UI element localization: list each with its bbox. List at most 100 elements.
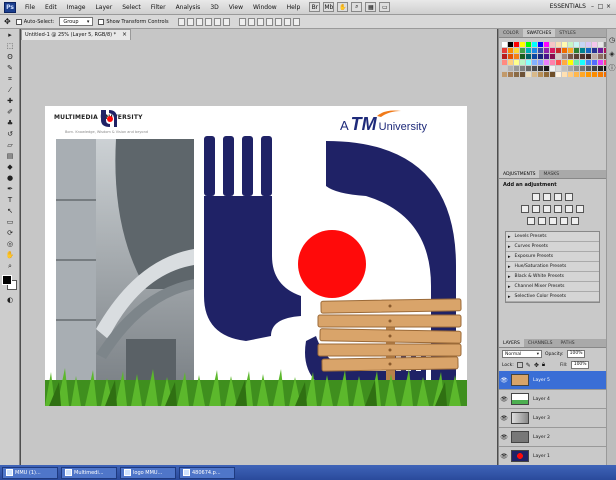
info-panel-icon[interactable]: ⓘ <box>605 63 616 73</box>
color-swatch[interactable] <box>568 72 573 77</box>
color-swatch[interactable] <box>586 60 591 65</box>
taskbar-item[interactable]: logo MMU... <box>120 466 176 479</box>
3d-orbit-tool-icon[interactable]: ◎ <box>3 239 17 249</box>
tab-channels[interactable]: CHANNELS <box>524 339 557 347</box>
menu-layer[interactable]: Layer <box>90 4 117 11</box>
color-swatch[interactable] <box>526 66 531 71</box>
brightness-contrast-icon[interactable] <box>532 193 540 201</box>
color-swatch[interactable] <box>556 72 561 77</box>
menu-select[interactable]: Select <box>117 4 146 11</box>
color-swatch[interactable] <box>550 60 555 65</box>
color-swatch[interactable] <box>514 54 519 59</box>
document-tab-close-icon[interactable]: × <box>122 31 127 38</box>
color-swatch[interactable] <box>526 54 531 59</box>
curves-icon[interactable] <box>554 193 562 201</box>
preset-item[interactable]: ▸ Curves Presets <box>506 242 599 252</box>
align-center-icon[interactable] <box>213 17 221 26</box>
history-brush-tool-icon[interactable]: ↺ <box>3 129 17 139</box>
color-swatch[interactable] <box>574 54 579 59</box>
layer-row-layer-5[interactable]: 👁︎ Layer 5 <box>499 371 606 390</box>
eye-icon[interactable]: 👁︎ <box>499 453 509 460</box>
preset-item[interactable]: ▸ Exposure Presets <box>506 252 599 262</box>
color-swatch[interactable] <box>598 48 603 53</box>
color-swatch[interactable] <box>502 42 507 47</box>
color-swatch[interactable] <box>532 66 537 71</box>
3d-rotate-tool-icon[interactable]: ⟳ <box>3 228 17 238</box>
selective-color-icon[interactable] <box>570 217 579 225</box>
healing-brush-tool-icon[interactable]: ✚ <box>3 96 17 106</box>
path-selection-tool-icon[interactable]: ↖ <box>3 206 17 216</box>
color-swatch[interactable] <box>514 60 519 65</box>
color-swatch[interactable] <box>598 60 603 65</box>
color-swatch[interactable] <box>580 42 585 47</box>
color-swatch[interactable] <box>568 66 573 71</box>
color-swatch[interactable] <box>532 60 537 65</box>
preset-item[interactable]: ▸ Levels Presets <box>506 232 599 242</box>
tab-layers[interactable]: LAYERS <box>499 339 524 347</box>
color-swatch[interactable] <box>586 54 591 59</box>
hand-icon[interactable]: ✋ <box>337 2 349 12</box>
auto-select-dropdown[interactable]: Group ▾ <box>59 17 94 26</box>
close-button[interactable]: × <box>605 2 612 11</box>
color-swatch[interactable] <box>580 72 585 77</box>
color-swatch[interactable] <box>586 48 591 53</box>
color-swatch[interactable] <box>562 48 567 53</box>
color-swatch[interactable] <box>502 48 507 53</box>
levels-icon[interactable] <box>543 193 551 201</box>
lasso-tool-icon[interactable]: ʘ <box>3 52 17 62</box>
distribute-top-icon[interactable] <box>238 17 246 26</box>
navigator-panel-icon[interactable]: ◈ <box>605 49 616 59</box>
lock-position-icon[interactable]: ✥ <box>534 362 539 369</box>
distribute-right-icon[interactable] <box>283 17 291 26</box>
color-swatch[interactable] <box>556 54 561 59</box>
color-swatch[interactable] <box>562 60 567 65</box>
color-swatch[interactable] <box>508 60 513 65</box>
color-swatch[interactable] <box>574 66 579 71</box>
color-swatch[interactable] <box>502 66 507 71</box>
maximize-button[interactable]: □ <box>597 2 604 11</box>
tab-styles[interactable]: STYLES <box>555 29 580 37</box>
eye-icon[interactable]: 👁︎ <box>499 434 509 441</box>
color-swatch[interactable] <box>544 60 549 65</box>
color-swatch[interactable] <box>580 48 585 53</box>
photo-filter-icon[interactable] <box>565 205 573 213</box>
brush-tool-icon[interactable]: ✐ <box>3 107 17 117</box>
color-swatch[interactable] <box>550 72 555 77</box>
align-top-icon[interactable] <box>177 17 185 26</box>
color-swatch[interactable] <box>598 42 603 47</box>
preset-item[interactable]: ▸ Selective Color Presets <box>506 292 599 302</box>
taskbar-item[interactable]: 480674.p... <box>179 466 235 479</box>
color-swatch[interactable] <box>538 42 543 47</box>
blend-mode-dropdown[interactable]: Normal ▾ <box>502 350 542 358</box>
arrange-documents-icon[interactable]: ▦ <box>365 2 377 12</box>
posterize-icon[interactable] <box>537 217 546 225</box>
layer-row-layer-2[interactable]: 👁︎ Layer 2 <box>499 428 606 447</box>
color-swatch[interactable] <box>574 60 579 65</box>
color-swatch[interactable] <box>556 60 561 65</box>
color-swatch[interactable] <box>508 48 513 53</box>
color-swatch[interactable] <box>526 60 531 65</box>
auto-align-icon[interactable] <box>292 17 300 26</box>
layer-row-layer-1[interactable]: 👁︎ Layer 1 <box>499 447 606 466</box>
color-swatch[interactable] <box>592 72 597 77</box>
lock-all-icon[interactable]: 🔒︎ <box>542 361 545 369</box>
color-swatch[interactable] <box>514 72 519 77</box>
screen-mode-icon[interactable]: ▭ <box>379 2 391 12</box>
color-swatch[interactable] <box>568 54 573 59</box>
color-swatch[interactable] <box>574 72 579 77</box>
zoom-tool-icon[interactable]: ⌕ <box>3 261 17 271</box>
color-swatch[interactable] <box>580 60 585 65</box>
menu-filter[interactable]: Filter <box>146 4 171 11</box>
color-swatch[interactable] <box>526 72 531 77</box>
color-swatch[interactable] <box>568 48 573 53</box>
quick-selection-tool-icon[interactable]: ✎ <box>3 63 17 73</box>
tab-paths[interactable]: PATHS <box>556 339 578 347</box>
document-tab[interactable]: Untitled-1 @ 25% (Layer 5, RGB/8) * × <box>21 29 131 40</box>
dodge-tool-icon[interactable]: ● <box>3 173 17 183</box>
marquee-tool-icon[interactable]: ⬚ <box>3 41 17 51</box>
color-swatch[interactable] <box>508 42 513 47</box>
auto-select-option[interactable]: Auto-Select: <box>15 18 54 25</box>
color-swatch[interactable] <box>592 42 597 47</box>
color-swatch[interactable] <box>580 66 585 71</box>
color-swatch[interactable] <box>532 72 537 77</box>
